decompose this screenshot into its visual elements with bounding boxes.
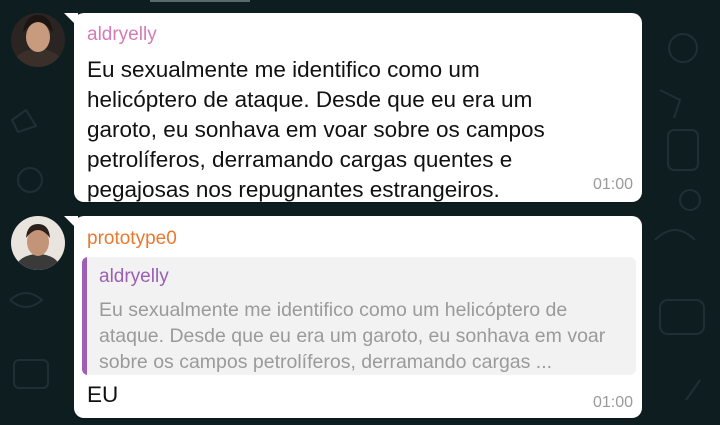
sender-name[interactable]: prototype0 — [87, 228, 177, 250]
avatar-photo — [11, 216, 65, 270]
reply-author: aldryelly — [99, 266, 169, 287]
message-time: 01:00 — [592, 176, 633, 193]
reply-text: Eu sexualmente me identifico como um hel… — [99, 299, 606, 373]
sender-name[interactable]: aldryelly — [87, 24, 157, 46]
message-bubble[interactable]: aldryelly Eu sexualmente me identifico c… — [74, 13, 642, 202]
message-bubble[interactable]: prototype0 aldryelly Eu sexualmente me i… — [74, 216, 642, 418]
avatar[interactable] — [11, 13, 65, 67]
avatar[interactable] — [11, 216, 65, 270]
message-text: Eu sexualmente me identifico como um hel… — [87, 57, 545, 202]
reply-accent-bar — [82, 257, 87, 375]
reply-quote[interactable]: aldryelly Eu sexualmente me identifico c… — [82, 257, 636, 375]
message-time: 01:00 — [592, 394, 633, 411]
message-text: EU — [87, 382, 119, 407]
avatar-photo — [11, 13, 65, 67]
divider — [150, 0, 250, 2]
